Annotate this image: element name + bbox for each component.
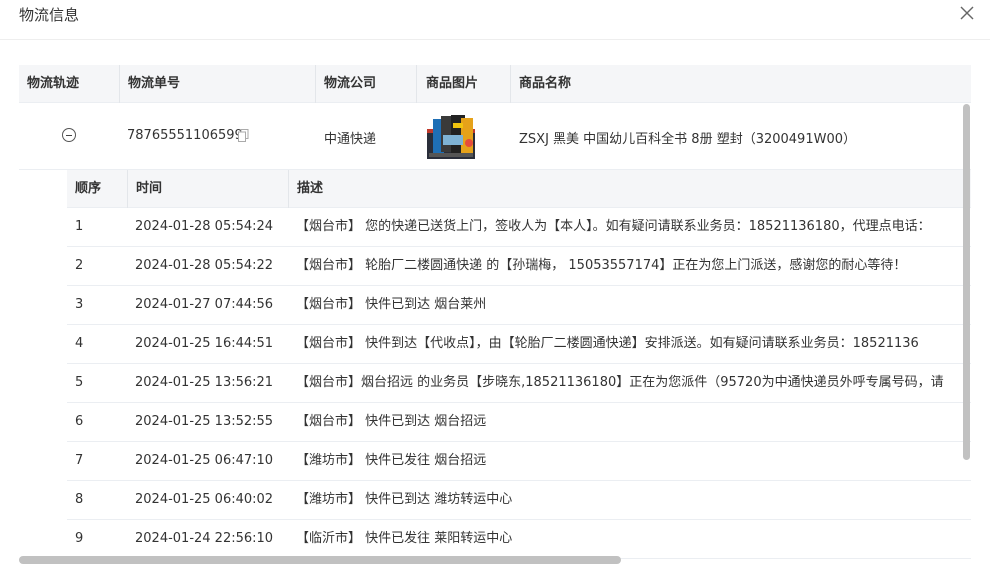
track-seq: 6 [75, 414, 84, 429]
dialog-header: 物流信息 [0, 0, 990, 40]
track-desc: 【烟台市】 快件已到达 烟台莱州 [296, 297, 487, 312]
tracking-number: 78765551106599 [127, 128, 243, 143]
track-row: 8 2024-01-25 06:40:02 【潍坊市】 快件已到达 潍坊转运中心 [67, 481, 971, 520]
copy-icon[interactable] [238, 129, 249, 142]
track-desc: 【烟台市】 快件已到达 烟台招远 [296, 414, 487, 429]
col-image-header: 商品图片 [416, 65, 478, 103]
track-desc: 【潍坊市】 快件已发往 烟台招远 [296, 453, 487, 468]
track-seq: 9 [75, 531, 84, 546]
table-row: 78765551106599 中通快递 ZSXJ 黑美 中国幼儿百科全书 8册 … [19, 103, 971, 170]
track-time: 2024-01-25 16:44:51 [135, 336, 274, 351]
track-seq: 2 [75, 258, 84, 273]
track-seq: 1 [75, 219, 84, 234]
track-time: 2024-01-27 07:44:56 [135, 297, 274, 312]
track-row: 4 2024-01-25 16:44:51 【烟台市】 快件到达【代收点】，由【轮胎… [67, 325, 971, 364]
collapse-toggle-button[interactable] [62, 128, 76, 142]
track-row: 3 2024-01-27 07:44:56 【烟台市】 快件已到达 烟台莱州 [67, 286, 971, 325]
track-seq: 4 [75, 336, 84, 351]
track-row: 7 2024-01-25 06:47:10 【潍坊市】 快件已发往 烟台招远 [67, 442, 971, 481]
track-time: 2024-01-25 13:52:55 [135, 414, 274, 429]
track-time: 2024-01-25 06:47:10 [135, 453, 274, 468]
track-desc: 【烟台市】 快件到达【代收点】，由【轮胎厂二楼圆通快递】安排派送。如有疑问请联系… [296, 336, 919, 351]
col-seq-header: 顺序 [75, 181, 102, 196]
track-time: 2024-01-24 22:56:10 [135, 531, 274, 546]
col-company-header: 物流公司 [315, 65, 376, 103]
track-time: 2024-01-28 05:54:24 [135, 219, 274, 234]
close-icon[interactable] [958, 4, 976, 22]
col-track-header: 物流轨迹 [27, 76, 80, 91]
track-desc: 【烟台市】 您的快递已送货上门，签收人为【本人】。如有疑问请联系业务员：1852… [296, 219, 931, 234]
col-desc-header: 描述 [288, 170, 323, 208]
dialog-title: 物流信息 [19, 6, 80, 24]
track-desc: 【烟台市】 轮胎厂二楼圆通快递 的【孙瑞梅， 15053557174】正在为您上… [296, 258, 907, 273]
track-row: 5 2024-01-25 13:56:21 【烟台市】烟台招远 的业务员【步晓东,1… [67, 364, 971, 403]
col-time-header: 时间 [127, 170, 162, 208]
logistics-table: 物流轨迹 物流单号 物流公司 商品图片 商品名称 78765551106599 … [19, 65, 971, 565]
table-header: 物流轨迹 物流单号 物流公司 商品图片 商品名称 [19, 65, 971, 103]
track-seq: 7 [75, 453, 84, 468]
track-desc: 【潍坊市】 快件已到达 潍坊转运中心 [296, 492, 513, 507]
track-row: 2 2024-01-28 05:54:22 【烟台市】 轮胎厂二楼圆通快递 的【孙瑞… [67, 247, 971, 286]
track-time: 2024-01-25 13:56:21 [135, 375, 274, 390]
track-row: 1 2024-01-28 05:54:24 【烟台市】 您的快递已送货上门，签收人为… [67, 208, 971, 247]
courier-company: 中通快递 [324, 132, 377, 147]
col-name-header: 商品名称 [510, 65, 571, 103]
track-row: 6 2024-01-25 13:52:55 【烟台市】 快件已到达 烟台招远 [67, 403, 971, 442]
track-desc: 【烟台市】烟台招远 的业务员【步晓东,18521136180】正在为您派件（95… [296, 375, 944, 390]
track-row: 9 2024-01-24 22:56:10 【临沂市】 快件已发往 莱阳转运中心 [67, 520, 971, 559]
horizontal-scrollbar[interactable] [19, 556, 621, 564]
col-number-header: 物流单号 [119, 65, 180, 103]
track-seq: 3 [75, 297, 84, 312]
vertical-scrollbar[interactable] [963, 104, 970, 460]
track-seq: 8 [75, 492, 84, 507]
track-desc: 【临沂市】 快件已发往 莱阳转运中心 [296, 531, 513, 546]
track-table-header: 顺序 时间 描述 [67, 170, 971, 208]
track-time: 2024-01-28 05:54:22 [135, 258, 274, 273]
track-table-body: 1 2024-01-28 05:54:24 【烟台市】 您的快递已送货上门，签收人为… [67, 208, 971, 559]
track-seq: 5 [75, 375, 84, 390]
product-image[interactable] [425, 113, 477, 161]
product-name: ZSXJ 黑美 中国幼儿百科全书 8册 塑封（3200491W00） [519, 132, 856, 147]
track-time: 2024-01-25 06:40:02 [135, 492, 274, 507]
horizontal-scrollbar-track [19, 556, 971, 564]
